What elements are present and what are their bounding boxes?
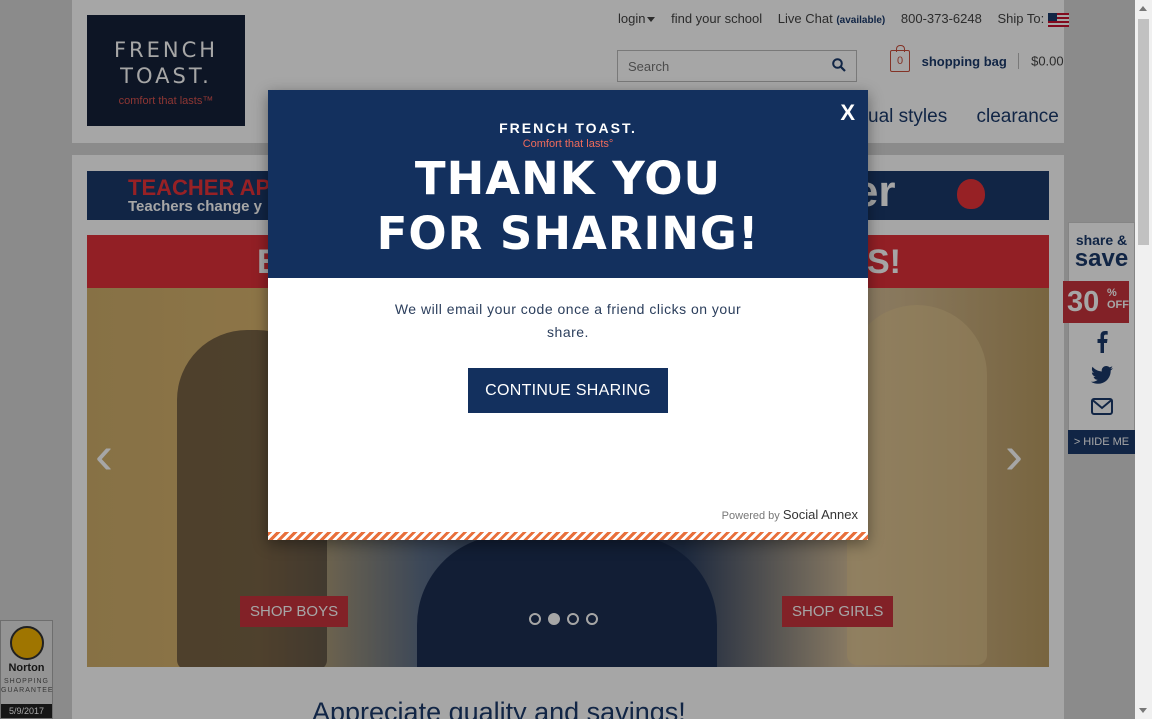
social-annex-brand: Social Annex — [782, 507, 858, 522]
continue-sharing-button[interactable]: CONTINUE SHARING — [468, 368, 668, 413]
modal-title-line1: THANK YOU — [414, 152, 722, 205]
modal-title-line2: FOR SHARING! — [376, 207, 760, 260]
modal-brand: FRENCH TOAST. — [499, 120, 637, 136]
modal-message: We will email your code once a friend cl… — [394, 301, 742, 340]
thank-you-modal: X FRENCH TOAST. Comfort that lasts° THAN… — [268, 90, 868, 540]
modal-header: X FRENCH TOAST. Comfort that lasts° THAN… — [268, 90, 868, 278]
scrollbar-thumb[interactable] — [1138, 19, 1149, 245]
scroll-down-icon[interactable] — [1139, 708, 1147, 713]
modal-tagline: Comfort that lasts° — [522, 138, 614, 150]
decorative-stripe — [268, 532, 868, 540]
close-button[interactable]: X — [840, 100, 855, 126]
powered-by-label: Powered by — [721, 510, 780, 522]
scroll-up-icon[interactable] — [1139, 6, 1147, 11]
page-scrollbar[interactable] — [1135, 0, 1152, 719]
powered-by[interactable]: Powered by Social Annex — [722, 507, 858, 522]
